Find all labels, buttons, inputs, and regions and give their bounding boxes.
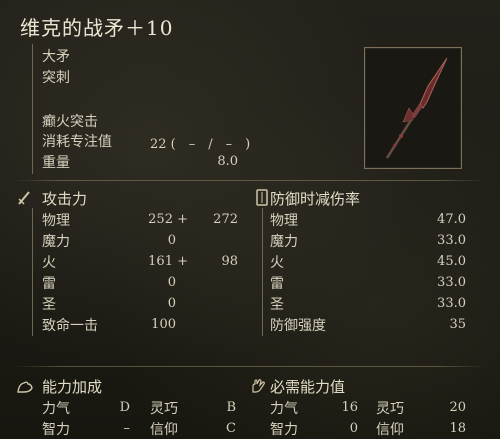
shield-icon xyxy=(256,189,268,206)
guard-label-physical: 物理 xyxy=(270,213,298,229)
guard-label-boost: 防御强度 xyxy=(270,318,326,334)
attack-base-physical: 252 + xyxy=(148,212,188,227)
attack-base-lightning: 0 xyxy=(167,275,176,290)
hand-icon xyxy=(252,379,265,393)
req-label-str: 力气 xyxy=(270,401,298,417)
guard-value-physical: 47.0 xyxy=(437,212,466,227)
guard-value-boost: 35 xyxy=(449,317,466,332)
guard-value-holy: 33.0 xyxy=(437,296,466,311)
requirements-header: 必需能力值 xyxy=(270,378,346,396)
sword-icon xyxy=(18,191,30,205)
attack-divider xyxy=(32,208,33,336)
scaling-label-fai: 信仰 xyxy=(150,422,178,438)
attack-bonus-physical: 272 xyxy=(213,212,238,227)
weight-value: 8.0 xyxy=(217,154,238,169)
req-value-str: 16 xyxy=(341,400,358,415)
scaling-label-dex: 灵巧 xyxy=(150,401,178,417)
weapon-type: 大矛 xyxy=(42,49,70,65)
guard-header: 防御时减伤率 xyxy=(270,190,361,208)
scaling-value-int: – xyxy=(123,421,131,436)
attack-base-critical: 100 xyxy=(151,317,176,332)
guard-divider xyxy=(262,208,263,336)
scaling-value-dex: B xyxy=(226,400,236,415)
req-value-dex: 20 xyxy=(449,400,466,415)
flexed-arm-icon xyxy=(17,381,33,393)
guard-value-magic: 33.0 xyxy=(437,233,466,248)
attack-label-fire: 火 xyxy=(42,255,56,271)
weapon-name: 维克的战矛＋10 xyxy=(20,16,174,40)
section-divider-lower xyxy=(14,366,486,367)
req-label-int: 智力 xyxy=(270,422,298,438)
attack-label-critical: 致命一击 xyxy=(42,318,98,334)
attack-type: 突刺 xyxy=(42,70,70,86)
guard-value-fire: 45.0 xyxy=(437,254,466,269)
guard-label-magic: 魔力 xyxy=(270,234,298,250)
weapon-skill: 癫火突击 xyxy=(42,114,98,130)
attack-base-holy: 0 xyxy=(167,296,176,311)
attack-label-lightning: 雷 xyxy=(42,276,56,292)
scaling-header: 能力加成 xyxy=(42,378,103,396)
req-label-fai: 信仰 xyxy=(376,422,404,438)
scaling-label-str: 力气 xyxy=(42,401,70,417)
weapon-image-frame xyxy=(364,47,462,169)
attack-label-magic: 魔力 xyxy=(42,234,70,250)
guard-value-lightning: 33.0 xyxy=(437,275,466,290)
attack-base-fire: 161 + xyxy=(148,254,188,269)
guard-label-fire: 火 xyxy=(270,255,284,271)
scaling-label-int: 智力 xyxy=(42,422,70,438)
req-value-fai: 18 xyxy=(449,421,466,436)
attack-bonus-fire: 98 xyxy=(221,254,238,269)
weight-label: 重量 xyxy=(42,155,70,171)
attack-label-holy: 圣 xyxy=(42,297,56,313)
attack-label-physical: 物理 xyxy=(42,213,70,229)
guard-label-lightning: 雷 xyxy=(270,276,284,292)
section-divider xyxy=(14,180,486,181)
fp-cost-value: 22 ( – / – ) xyxy=(150,137,251,152)
scaling-value-str: D xyxy=(119,400,130,415)
attack-header: 攻击力 xyxy=(42,190,88,208)
req-label-dex: 灵巧 xyxy=(376,401,404,417)
info-divider xyxy=(32,44,33,174)
guard-label-holy: 圣 xyxy=(270,297,284,313)
spear-image xyxy=(385,57,448,159)
req-value-int: 0 xyxy=(349,421,358,436)
fp-cost-label: 消耗专注值 xyxy=(42,134,112,150)
attack-base-magic: 0 xyxy=(167,233,176,248)
scaling-value-fai: C xyxy=(226,421,236,436)
